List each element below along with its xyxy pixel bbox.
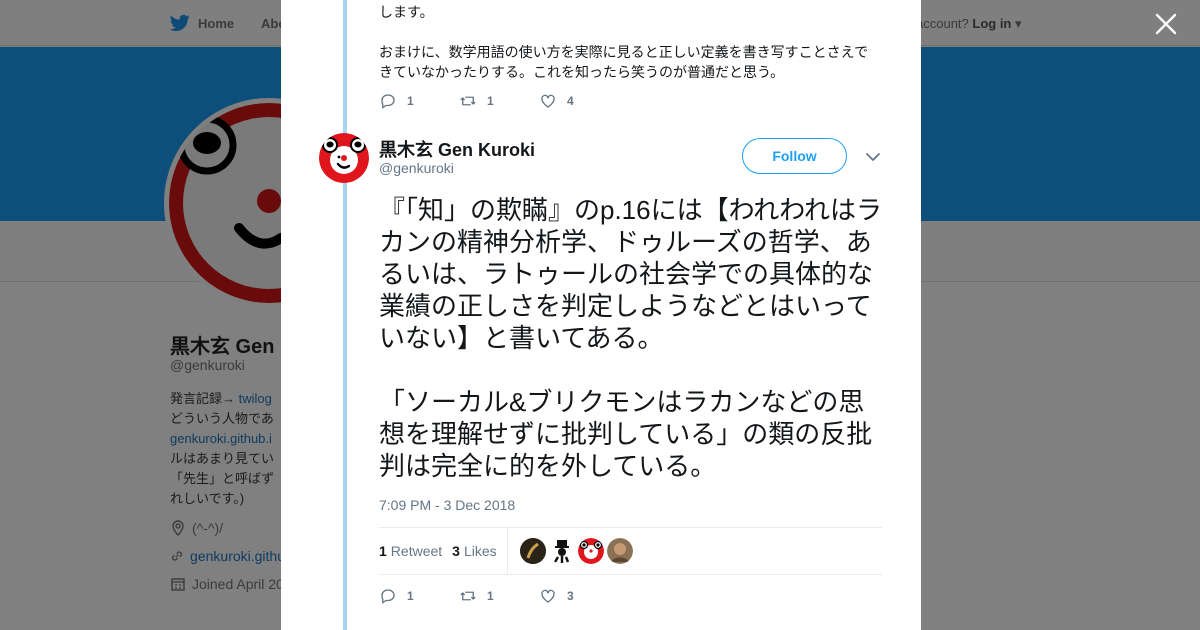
bio-line: れしいです。): [170, 491, 245, 506]
website-link[interactable]: genkuroki.githu: [190, 548, 285, 564]
likes-stat-count: 3: [452, 543, 460, 559]
follow-button[interactable]: Follow: [742, 138, 847, 174]
tweet-paragraph: 『「知」の欺瞞』のp.16には【われわれはラカンの精神分析学、ドゥルーズの哲学、…: [379, 195, 883, 353]
profile-joined: Joined April 20: [170, 576, 285, 592]
tweet-timestamp[interactable]: 7:09 PM - 3 Dec 2018: [379, 497, 515, 513]
profile-location: (^-^)/: [170, 520, 285, 536]
github-link[interactable]: genkuroki.github.i: [170, 431, 272, 446]
author-name[interactable]: 黒木玄 Gen Kuroki: [379, 136, 535, 162]
twitter-bird-icon: [170, 14, 190, 32]
retweet-button[interactable]: 1: [459, 587, 539, 605]
reply-icon: [381, 94, 395, 109]
liker-avatar[interactable]: [577, 538, 604, 564]
author-avatar[interactable]: [319, 133, 369, 183]
retweet-stat-label: Retweet: [390, 543, 443, 559]
calendar-icon: [171, 578, 185, 591]
previous-tweet-text: します。 おまけに、数学用語の使い方を実際に見ると正しい定義を書き写すことさえで…: [379, 2, 879, 102]
profile-handle: @genkuroki: [170, 357, 245, 373]
tweet-actions: 1 1 3: [379, 587, 619, 605]
liker-avatar[interactable]: [548, 538, 575, 564]
reply-icon: [381, 589, 395, 604]
liker-avatar-icon: [519, 538, 546, 564]
retweet-count: 1: [487, 94, 494, 108]
liker-avatar-icon: [577, 538, 604, 564]
home-label: Home: [198, 15, 235, 31]
bio-line: ルはあまり見てい: [170, 451, 275, 466]
avatar-face-icon: [319, 133, 369, 183]
reply-count: 1: [407, 589, 414, 603]
login-area: account? Log in ▾: [916, 16, 1022, 32]
like-button[interactable]: 3: [539, 587, 619, 605]
stats-divider: [506, 527, 508, 575]
reply-button[interactable]: 1: [379, 587, 459, 605]
profile-bio: 発言記録→ twilog どういう人物であ genkuroki.github.i…: [170, 389, 285, 509]
home-nav-link[interactable]: Home: [170, 14, 234, 32]
chevron-down-icon[interactable]: [865, 150, 881, 164]
retweet-icon: [460, 96, 476, 106]
heart-icon: [541, 589, 555, 603]
account-question: account?: [916, 16, 969, 31]
reply-count: 1: [407, 94, 414, 108]
twilog-link[interactable]: twilog: [239, 391, 272, 406]
liker-avatar-icon: [606, 538, 633, 564]
location-pin-icon: [172, 520, 184, 536]
retweet-stat[interactable]: 1 Retweet: [379, 543, 442, 559]
previous-tweet-paragraph: おまけに、数学用語の使い方を実際に見ると正しい定義を書き写すことさえできていなか…: [379, 44, 869, 80]
previous-tweet-paragraph: します。: [379, 4, 434, 20]
likes-stat-label: Likes: [463, 543, 497, 559]
likes-stat[interactable]: 3 Likes: [452, 543, 496, 559]
link-icon: [172, 551, 182, 561]
tweet-permalink-modal: します。 おまけに、数学用語の使い方を実際に見ると正しい定義を書き写すことさえで…: [281, 0, 921, 630]
retweet-count: 1: [487, 589, 494, 603]
reply-button[interactable]: 1: [379, 92, 459, 110]
bio-line: 発言記録→ twilog: [170, 391, 272, 406]
author-handle[interactable]: @genkuroki: [379, 160, 454, 176]
like-count: 3: [567, 589, 574, 603]
like-button[interactable]: 4: [539, 92, 619, 110]
like-count: 4: [567, 94, 574, 108]
tweet-text: 『「知」の欺瞞』のp.16には【われわれはラカンの精神分析学、ドゥルーズの哲学、…: [379, 194, 889, 514]
login-link[interactable]: Log in: [972, 16, 1011, 31]
profile-website: genkuroki.githu: [170, 548, 285, 564]
bio-line: genkuroki.github.i: [170, 429, 285, 449]
bio-line: どういう人物であ: [170, 411, 274, 426]
heart-icon: [541, 94, 555, 108]
tweet-paragraph: 「ソーカル&ブリクモンはラカンなどの思想を理解せずに批判している」の類の反批判は…: [379, 387, 873, 481]
tweet-stats: 1 Retweet 3 Likes: [379, 527, 882, 575]
close-icon[interactable]: [1154, 12, 1178, 36]
liker-avatar[interactable]: [606, 538, 633, 564]
thread-connector-line: [343, 0, 347, 630]
liker-avatar[interactable]: [519, 538, 546, 564]
retweet-icon: [460, 591, 476, 601]
retweet-stat-count: 1: [379, 543, 387, 559]
bio-line: 「先生」と呼ばず: [170, 471, 275, 486]
retweet-button[interactable]: 1: [459, 92, 539, 110]
liker-avatar-icon: [553, 540, 569, 563]
previous-tweet-actions: 1 1 4: [379, 92, 619, 110]
chevron-down-icon[interactable]: ▾: [1015, 16, 1022, 31]
profile-name: 黒木玄 Gen: [170, 336, 275, 358]
